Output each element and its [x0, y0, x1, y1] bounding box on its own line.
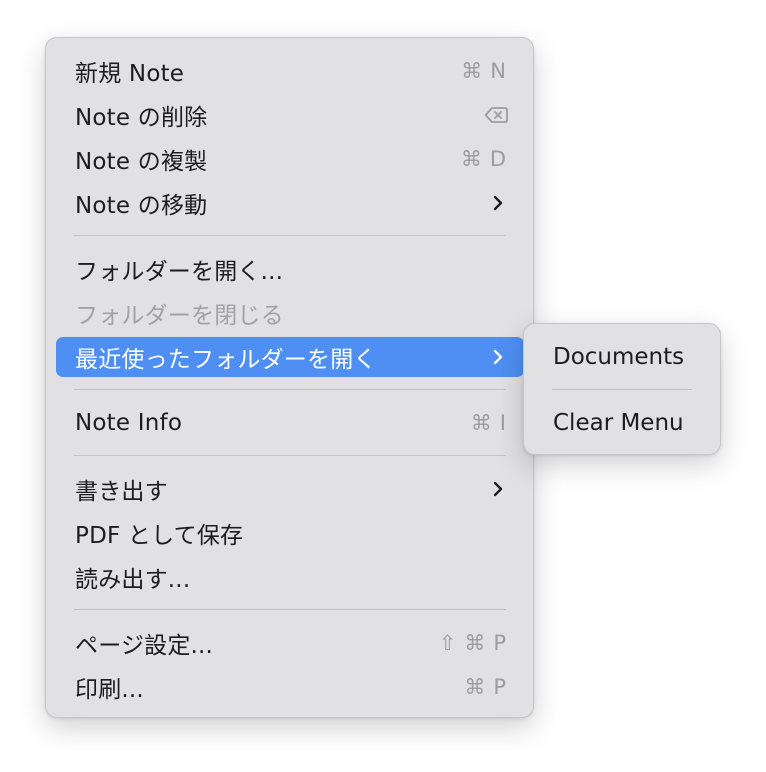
command-key-icon: ⌘: [464, 631, 486, 655]
menu-separator: [74, 235, 506, 236]
chevron-right-icon: [493, 481, 503, 497]
submenu-item-label: Documents: [553, 344, 685, 370]
submenu-item-documents[interactable]: Documents: [534, 337, 710, 377]
submenu-item-clear-menu[interactable]: Clear Menu: [534, 403, 710, 443]
menu-item-label: Note の移動: [75, 193, 208, 219]
menu-separator: [74, 455, 506, 456]
menu-item-label: 印刷...: [75, 677, 144, 703]
menu-item-move-note[interactable]: Note の移動: [56, 183, 524, 223]
delete-backward-icon: [484, 107, 508, 123]
menu-item-label: 読み出す...: [75, 567, 191, 593]
command-key-icon: ⌘: [460, 147, 482, 171]
menu-item-label: 書き出す: [75, 479, 168, 505]
menu-item-label: フォルダーを開く...: [75, 259, 284, 285]
shift-key-icon: ⇧: [438, 631, 457, 655]
menu-item-recent-folders[interactable]: 最近使ったフォルダーを開く: [56, 337, 524, 377]
recent-folders-submenu: Documents Clear Menu: [523, 323, 721, 455]
menu-item-label: Note の複製: [75, 149, 208, 175]
submenu-item-label: Clear Menu: [553, 410, 684, 436]
command-key-icon: ⌘: [461, 59, 483, 83]
menu-item-page-setup[interactable]: ページ設定... ⇧ ⌘ P: [56, 623, 524, 663]
menu-item-label: フォルダーを閉じる: [75, 303, 284, 329]
shortcut-key: N: [490, 59, 506, 83]
menu-item-label: Note Info: [75, 410, 183, 436]
menu-separator: [74, 609, 506, 610]
shortcut-key: P: [493, 631, 506, 655]
shortcut-key: P: [493, 675, 506, 699]
menu-item-label: PDF として保存: [75, 523, 244, 549]
submenu-separator: [552, 389, 692, 390]
shortcut-note-info: ⌘ I: [471, 411, 506, 435]
file-menu: 新規 Note ⌘ N Note の削除 Note の複製 ⌘ D Note の…: [45, 37, 534, 718]
menu-item-close-folder: フォルダーを閉じる: [56, 293, 524, 333]
menu-item-new-note[interactable]: 新規 Note ⌘ N: [56, 51, 524, 91]
command-key-icon: ⌘: [464, 675, 486, 699]
menu-item-import[interactable]: 読み出す...: [56, 557, 524, 597]
shortcut-page-setup: ⇧ ⌘ P: [439, 631, 506, 655]
shortcut-duplicate-note: ⌘ D: [461, 147, 506, 171]
command-key-icon: ⌘: [470, 411, 492, 435]
menu-separator: [74, 389, 506, 390]
shortcut-print: ⌘ P: [464, 675, 506, 699]
shortcut-new-note: ⌘ N: [461, 59, 506, 83]
menu-item-export[interactable]: 書き出す: [56, 469, 524, 509]
menu-item-label: ページ設定...: [75, 633, 214, 659]
menu-item-duplicate-note[interactable]: Note の複製 ⌘ D: [56, 139, 524, 179]
menu-item-save-pdf[interactable]: PDF として保存: [56, 513, 524, 553]
shortcut-key: D: [489, 147, 506, 171]
chevron-right-icon: [493, 349, 503, 365]
menu-item-print[interactable]: 印刷... ⌘ P: [56, 667, 524, 707]
menu-item-label: 新規 Note: [75, 61, 185, 87]
menu-item-note-info[interactable]: Note Info ⌘ I: [56, 403, 524, 443]
menu-item-open-folder[interactable]: フォルダーを開く...: [56, 249, 524, 289]
shortcut-key: I: [499, 411, 506, 435]
menu-item-label: 最近使ったフォルダーを開く: [75, 347, 377, 373]
menu-item-label: Note の削除: [75, 105, 208, 131]
menu-item-delete-note[interactable]: Note の削除: [56, 95, 524, 135]
chevron-right-icon: [493, 195, 503, 211]
